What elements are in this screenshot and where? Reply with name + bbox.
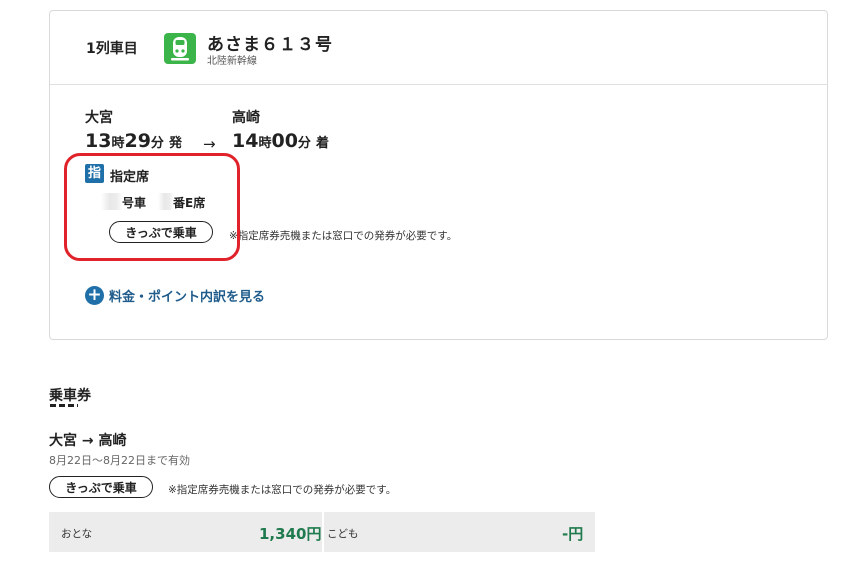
child-price-label: こども xyxy=(327,528,359,540)
departure-time: 13時29分発 xyxy=(85,130,182,152)
adult-price-value: 1,340円 xyxy=(259,525,322,543)
section-title: 乗車券 xyxy=(49,388,91,404)
train-row-label: 1列車目 xyxy=(86,41,138,57)
arrival-station: 高崎 xyxy=(232,110,260,126)
price-table: おとな 1,340円 こども -円 xyxy=(49,512,595,552)
train-line-name: 北陸新幹線 xyxy=(207,56,257,67)
fare-ticket-boarding-button[interactable]: きっぷで乗車 xyxy=(49,476,153,498)
departure-station: 大宮 xyxy=(85,110,113,126)
plus-circle-icon: + xyxy=(85,286,104,305)
fare-route: 大宮 → 高崎 xyxy=(49,433,127,449)
price-divider xyxy=(322,512,324,552)
adult-price-label: おとな xyxy=(61,528,93,540)
card-header: 1列車目 あさま６１３号 北陸新幹線 xyxy=(50,11,827,85)
arrival-time: 14時00分着 xyxy=(232,130,329,152)
train-icon xyxy=(164,33,196,64)
fare-breakdown-link-label: 料金・ポイント内訳を見る xyxy=(109,290,266,305)
section-title-underline xyxy=(50,404,78,407)
route-arrow: → xyxy=(203,135,216,153)
fare-breakdown-link[interactable]: + 料金・ポイント内訳を見る xyxy=(85,286,265,305)
seat-ticket-note: ※指定席券売機または窓口での発券が必要です。 xyxy=(229,230,458,242)
highlight-annotation xyxy=(64,153,240,261)
validity-period: 8月22日〜8月22日まで有効 xyxy=(49,454,190,467)
child-price-value: -円 xyxy=(562,525,584,543)
fare-ticket-note: ※指定席券売機または窓口での発券が必要です。 xyxy=(168,484,397,496)
